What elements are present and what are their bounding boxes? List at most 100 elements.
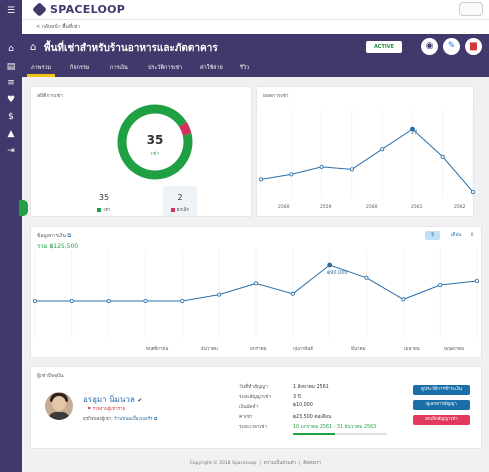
- home-icon[interactable]: ⌂: [5, 44, 17, 54]
- cancel-lease-button[interactable]: ยกเลิกสัญญาเช่า: [413, 415, 470, 425]
- tab-overview[interactable]: ภาพรวม: [31, 64, 51, 72]
- tab-bar: ภาพรวม กิจกรรม การเงิน ประวัติการเช่า ค่…: [22, 61, 489, 77]
- rental-count-point[interactable]: [289, 172, 294, 177]
- privacy-link[interactable]: ความเป็นส่วนตัว: [264, 461, 296, 466]
- tab-expenses[interactable]: ค่าใช้จ่าย: [200, 64, 223, 72]
- tab-finance[interactable]: การเงิน: [110, 64, 128, 72]
- tenant-card-title: ผู้เช่าปัจจุบัน: [37, 373, 64, 379]
- rental-count-point[interactable]: [259, 177, 264, 182]
- fin-x-tick: กุมภาพันธ์: [293, 347, 313, 352]
- fin-x-tick: พฤษภาคม: [444, 347, 465, 352]
- edit-button[interactable]: ✎: [443, 38, 460, 55]
- rental-count-series-line: [260, 128, 474, 193]
- finance-point[interactable]: [180, 299, 185, 304]
- view-button[interactable]: ◉: [421, 38, 438, 55]
- fin-x-tick: มีนาคม: [351, 347, 366, 352]
- rc-x-tick: 2560: [278, 205, 290, 210]
- rc-x-tick: 2559: [320, 205, 332, 210]
- cancelled-label: ยกเลิก: [176, 208, 190, 213]
- finance-point[interactable]: [143, 299, 148, 304]
- finance-point[interactable]: [327, 262, 333, 268]
- rental-count-point[interactable]: [380, 147, 385, 152]
- payment-history-button[interactable]: ดูประวัติการชำระเงิน: [413, 385, 470, 395]
- cancelled-count: 2: [177, 193, 183, 202]
- donut-center-value: 35: [146, 133, 164, 147]
- finance-point[interactable]: [33, 299, 38, 304]
- delete-button[interactable]: ▆: [465, 38, 482, 55]
- rental-stats-card: สถิติการเช่า 35 เช่า 35 เช่า 2 ยกเลิก: [30, 86, 252, 217]
- tab-reviews[interactable]: รีวิว: [240, 64, 249, 72]
- rented-count: 35: [98, 193, 110, 202]
- finance-point[interactable]: [474, 279, 479, 284]
- top-right-control[interactable]: [459, 2, 483, 16]
- donut-slice-cancelled: [178, 121, 192, 136]
- rental-count-point[interactable]: [319, 164, 324, 169]
- finance-point[interactable]: [253, 281, 258, 286]
- breadcrumb[interactable]: < กลับหน้า พื้นที่เช่า: [22, 20, 489, 34]
- rental-count-point[interactable]: [349, 167, 354, 172]
- verified-icon: ✔: [137, 397, 143, 404]
- view-contract-button[interactable]: ดูเอกสารสัญญา: [413, 400, 470, 410]
- finance-point[interactable]: [438, 283, 443, 288]
- avatar: [45, 392, 73, 420]
- pencil-icon: ✎: [447, 41, 456, 51]
- rc-x-tick: 2562: [454, 205, 466, 210]
- shop-icon: ⌂: [30, 42, 37, 53]
- active-tab-indicator: [27, 74, 55, 77]
- fin-x-tick: เมษายน: [404, 347, 420, 352]
- rental-count-point[interactable]: [470, 189, 475, 194]
- finance-point[interactable]: [106, 299, 111, 304]
- finance-point[interactable]: [290, 291, 295, 296]
- fin-x-tick: พฤศจิกายน: [146, 347, 169, 352]
- warning-icon[interactable]: ▲: [5, 129, 17, 139]
- icon-sidebar: ☰ ⌂ ▤ ≡ ♥ $ ▲ ⇥: [0, 0, 28, 472]
- top-bar: SPACELOOP: [22, 0, 489, 20]
- page-title: พื้นที่เช่าสำหรับร้านอาหารและภัตตาคาร: [44, 43, 218, 54]
- rental-count-chart: [259, 109, 475, 197]
- rc-x-tick: 2561: [411, 205, 423, 210]
- logo-mark-icon: [32, 2, 47, 17]
- business-link[interactable]: ร้านขนมเบื้องเบอร์ร: [114, 417, 152, 422]
- sidebar-toggle-handle[interactable]: [19, 200, 28, 216]
- trash-icon: ▆: [470, 41, 477, 51]
- rental-count-card: ยอดการเช่า 2560 2559 2560 2561 2562 27: [256, 86, 475, 217]
- external-link-icon[interactable]: ⧉: [154, 417, 157, 422]
- fin-x-tick: ธันวาคม: [201, 347, 218, 352]
- building-icon[interactable]: ▤: [5, 62, 17, 72]
- contact-link[interactable]: ติดต่อเรา: [303, 461, 321, 466]
- rented-legend-swatch: [97, 207, 102, 212]
- money-icon[interactable]: $: [5, 112, 17, 122]
- donut-center-label: เช่า: [151, 151, 159, 157]
- rc-x-tick: 2560: [366, 205, 378, 210]
- rented-stat: 35 เช่า: [87, 190, 121, 220]
- tenant-card: ผู้เช่าปัจจุบัน อรอุมา นิ่มนวล ✔ ⚑ รายงา…: [30, 366, 482, 449]
- tenant-report-link[interactable]: รายงานผู้เช่าราย: [92, 407, 125, 412]
- copyright-text: Copyright © 2018 SpaceLoop: [189, 461, 257, 466]
- finance-card: ข้อมูลการเงิน ⧉ รวม ฿125,500 ปี เดือน 0 …: [30, 226, 482, 358]
- finance-point[interactable]: [217, 292, 222, 297]
- status-badge: ACTIVE: [366, 41, 402, 53]
- tab-rental-history[interactable]: ประวัติการเช่า: [148, 64, 182, 72]
- fin-x-tick: มกราคม: [250, 347, 267, 352]
- footer: Copyright © 2018 SpaceLoop | ความเป็นส่ว…: [189, 461, 322, 466]
- logo[interactable]: SPACELOOP: [32, 2, 125, 17]
- cancelled-stat: 2 ยกเลิก: [163, 186, 197, 216]
- lease-progress-fill: [293, 433, 336, 435]
- menu-icon[interactable]: ☰: [5, 6, 17, 16]
- tenant-name[interactable]: อรอุมา นิ่มนวล: [83, 395, 135, 404]
- tab-activity[interactable]: กิจกรรม: [70, 64, 89, 72]
- finance-point[interactable]: [401, 297, 406, 302]
- cancelled-legend-swatch: [170, 207, 175, 212]
- rental-count-point[interactable]: [440, 154, 445, 159]
- page-header: ⌂ พื้นที่เช่าสำหรับร้านอาหารและภัตตาคาร …: [22, 34, 489, 61]
- finance-point[interactable]: [69, 299, 74, 304]
- logout-icon[interactable]: ⇥: [5, 146, 17, 156]
- business-label: ธุรกิจของผู้เช่า:: [83, 417, 113, 422]
- rc-highlight-label: 27: [411, 130, 418, 136]
- finance-chart: [33, 249, 479, 337]
- lease-progress-bar: [293, 433, 387, 435]
- heart-icon[interactable]: ♥: [5, 95, 17, 105]
- flag-icon: ⚑: [87, 407, 92, 412]
- finance-point[interactable]: [364, 275, 369, 280]
- list-icon[interactable]: ≡: [5, 78, 17, 88]
